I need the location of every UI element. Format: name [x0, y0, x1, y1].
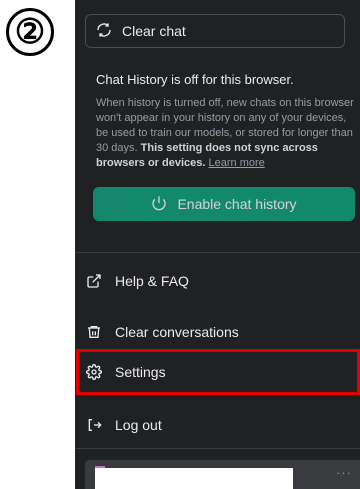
history-off-title: Chat History is off for this browser.: [96, 72, 294, 87]
clear-chat-label: Clear chat: [122, 23, 186, 39]
sidebar-panel: Clear chat Chat History is off for this …: [75, 0, 360, 489]
external-link-icon: [85, 272, 103, 290]
refresh-icon: [96, 22, 112, 41]
log-out-label: Log out: [115, 417, 162, 433]
enable-chat-history-button[interactable]: Enable chat history: [93, 187, 355, 221]
redacted-account-name: [95, 468, 293, 489]
clear-chat-button[interactable]: Clear chat: [85, 14, 345, 48]
trash-icon: [85, 323, 103, 341]
settings-highlight-box: [76, 349, 360, 395]
divider: [75, 252, 360, 253]
help-faq-item[interactable]: Help & FAQ: [85, 272, 360, 290]
power-icon: [151, 195, 167, 214]
more-options-icon[interactable]: ···: [336, 465, 352, 480]
enable-chat-history-label: Enable chat history: [177, 196, 297, 212]
clear-conversations-label: Clear conversations: [115, 324, 239, 340]
divider: [75, 448, 360, 449]
learn-more-link[interactable]: Learn more: [209, 157, 265, 169]
history-off-description: When history is turned off, new chats on…: [96, 96, 358, 171]
account-row[interactable]: ···: [85, 460, 360, 489]
log-out-item[interactable]: Log out: [85, 416, 360, 434]
clear-conversations-item[interactable]: Clear conversations: [85, 323, 360, 341]
help-faq-label: Help & FAQ: [115, 273, 189, 289]
logout-icon: [85, 416, 103, 434]
step-number-badge: ②: [6, 8, 54, 56]
